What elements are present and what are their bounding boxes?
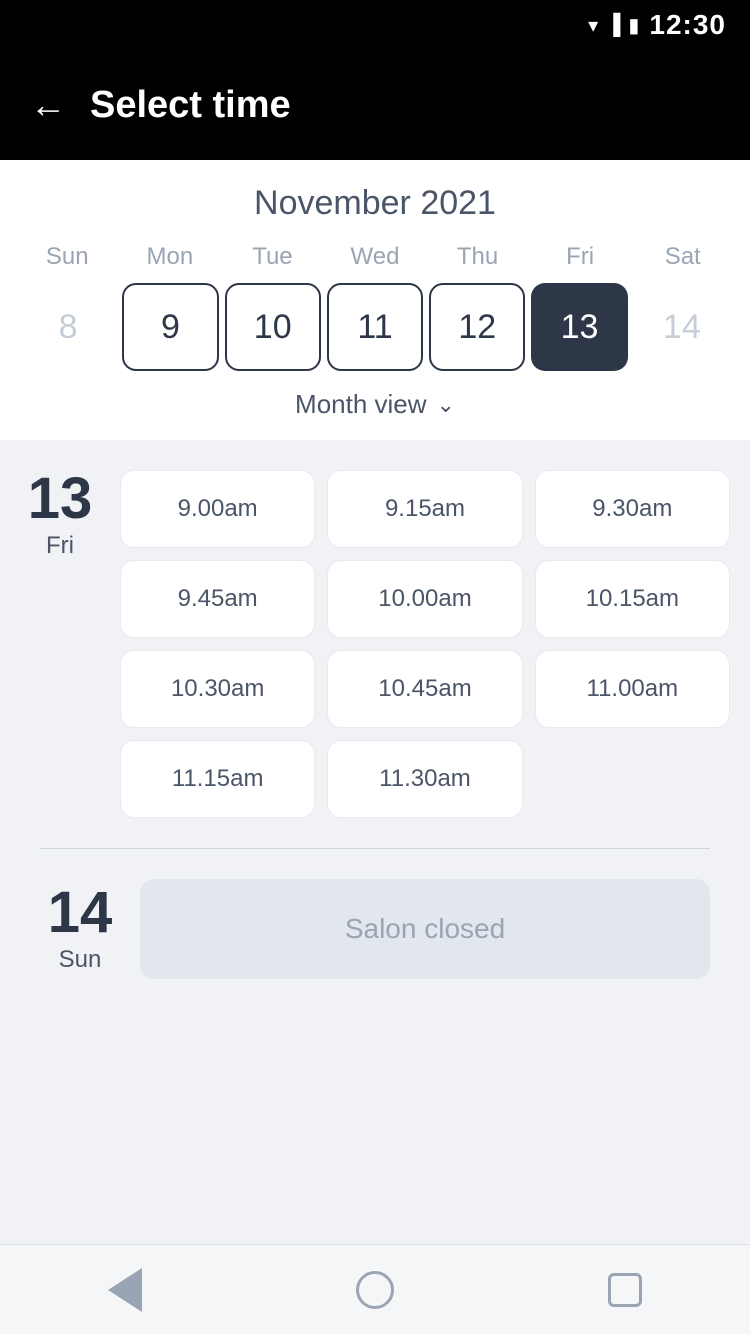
bottom-navigation (0, 1244, 750, 1334)
day-headers: Sun Mon Tue Wed Thu Fri Sat (16, 243, 734, 271)
time-slot-1045am[interactable]: 10.45am (327, 650, 522, 728)
home-nav-button[interactable] (352, 1267, 398, 1313)
wifi-icon: ▾ (588, 13, 598, 38)
day-cell-13[interactable]: 13 (531, 283, 627, 371)
day-header-thu: Thu (426, 243, 529, 271)
month-view-toggle[interactable]: Month view ⌄ (16, 371, 734, 440)
day-cells: 8 9 10 11 12 13 14 (16, 283, 734, 371)
recent-nav-button[interactable] (602, 1267, 648, 1313)
day-header-sat: Sat (631, 243, 734, 271)
day-cell-10[interactable]: 10 (225, 283, 321, 371)
time-slot-930am[interactable]: 9.30am (535, 470, 730, 548)
page-title: Select time (90, 84, 291, 127)
month-year-title: November 2021 (16, 184, 734, 223)
date-number-14: 14 (40, 884, 120, 942)
back-button[interactable]: ← (30, 87, 66, 123)
time-slots-section: 13 Fri 9.00am 9.15am 9.30am 9.45am 10.00… (0, 440, 750, 1039)
chevron-down-icon: ⌄ (437, 392, 455, 418)
day-header-mon: Mon (119, 243, 222, 271)
day-header-fri: Fri (529, 243, 632, 271)
day-header-sun: Sun (16, 243, 119, 271)
day-cell-11[interactable]: 11 (327, 283, 423, 371)
date-day-fri: Fri (20, 532, 100, 560)
time-slot-1130am[interactable]: 11.30am (327, 740, 522, 818)
status-time: 12:30 (649, 9, 726, 41)
time-slot-1030am[interactable]: 10.30am (120, 650, 315, 728)
time-slot-1000am[interactable]: 10.00am (327, 560, 522, 638)
signal-icon: ▐ (606, 14, 620, 37)
app-header: ← Select time (0, 50, 750, 160)
recent-nav-icon (608, 1273, 642, 1307)
salon-closed-label: Salon closed (345, 913, 505, 945)
day-cell-8[interactable]: 8 (20, 283, 116, 371)
back-nav-icon (108, 1268, 142, 1312)
calendar-section: November 2021 Sun Mon Tue Wed Thu Fri Sa… (0, 160, 750, 440)
date-row-14: 14 Sun Salon closed (20, 879, 730, 1009)
day-cell-12[interactable]: 12 (429, 283, 525, 371)
day-header-tue: Tue (221, 243, 324, 271)
status-bar: ▾ ▐ ▮ 12:30 (0, 0, 750, 50)
date-label-13: 13 Fri (20, 470, 100, 560)
time-slot-1100am[interactable]: 11.00am (535, 650, 730, 728)
date-day-sun: Sun (40, 946, 120, 974)
date-label-14: 14 Sun (40, 884, 120, 974)
section-divider (40, 848, 710, 849)
home-nav-icon (356, 1271, 394, 1309)
time-slot-945am[interactable]: 9.45am (120, 560, 315, 638)
time-slot-915am[interactable]: 9.15am (327, 470, 522, 548)
date-number-13: 13 (20, 470, 100, 528)
salon-closed-box: Salon closed (140, 879, 710, 979)
month-view-label: Month view (295, 389, 427, 420)
time-slot-1115am[interactable]: 11.15am (120, 740, 315, 818)
day-header-wed: Wed (324, 243, 427, 271)
time-slot-900am[interactable]: 9.00am (120, 470, 315, 548)
day-cell-14[interactable]: 14 (634, 283, 730, 371)
battery-icon: ▮ (628, 13, 639, 38)
date-row-13: 13 Fri 9.00am 9.15am 9.30am 9.45am 10.00… (20, 470, 730, 818)
back-nav-button[interactable] (102, 1267, 148, 1313)
day-cell-9[interactable]: 9 (122, 283, 218, 371)
time-grid-13: 9.00am 9.15am 9.30am 9.45am 10.00am 10.1… (120, 470, 730, 818)
time-slot-1015am[interactable]: 10.15am (535, 560, 730, 638)
status-icons: ▾ ▐ ▮ (588, 13, 639, 38)
